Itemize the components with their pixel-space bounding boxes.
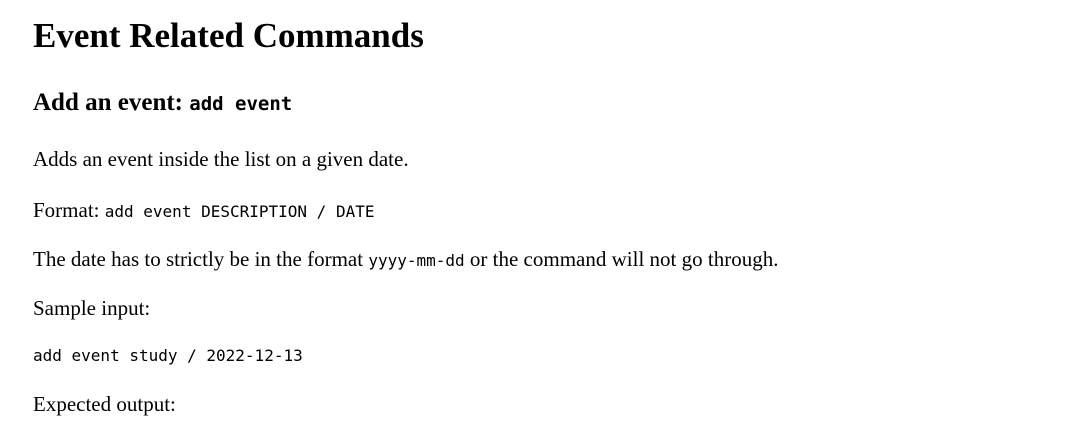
date-format-note: The date has to strictly be in the forma… [33,245,778,275]
page-title: Event Related Commands [33,16,424,55]
expected-output-label: Expected output: [33,392,176,416]
sample-input-code-block: add event study / 2022-12-13 [33,346,303,365]
sample-input-label: Sample input: [33,296,151,320]
date-format-code: yyyy-mm-dd [368,251,465,270]
date-note-text-end: or the command will not go through. [464,247,779,271]
page: Event Related Commands Add an event: add… [0,0,1084,432]
format-code: add event DESCRIPTION / DATE [104,202,375,221]
command-description: Adds an event inside the list on a given… [33,147,409,171]
format-line: Format: add event DESCRIPTION / DATE [33,196,374,226]
section-heading-text: Add an event: [33,89,190,116]
format-label: Format: [33,198,105,222]
section-heading-command: add event [189,93,293,115]
section-heading: Add an event: add event [33,87,292,120]
date-note-text: The date has to strictly be in the forma… [33,247,369,271]
